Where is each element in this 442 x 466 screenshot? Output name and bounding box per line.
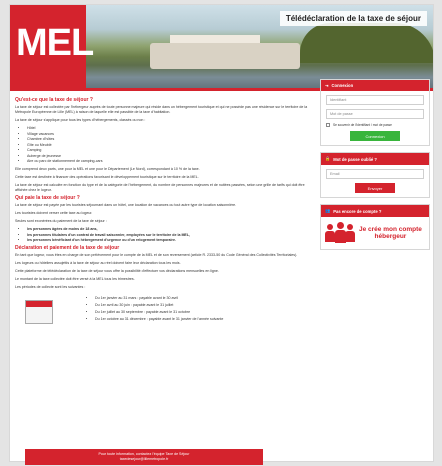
list-item: Du 1er janvier au 31 mars : payable avan… — [95, 296, 315, 301]
account-header: 👥 Pas encore de compte ? — [321, 205, 429, 217]
para-role: En tant que logeur, vous êtes en charge … — [15, 253, 298, 257]
password-input[interactable]: Mot de passe — [326, 109, 424, 119]
list-item: Camping — [27, 148, 315, 153]
site-title: Télédéclaration de la taxe de séjour — [279, 11, 427, 26]
para-definition: La taxe de séjour est collectée par l'hé… — [15, 105, 308, 114]
list-item: les personnes titulaires d'un contrat de… — [27, 233, 315, 238]
login-title: Connexion — [331, 83, 354, 88]
main-content: Qu'est-ce que la taxe de séjour ? La tax… — [15, 95, 315, 325]
periods-section: Du 1er janvier au 31 mars : payable avan… — [15, 296, 315, 324]
forgot-password-panel: 🔒 Mot de passe oublié ? Email Envoyer — [320, 152, 430, 198]
list-item: Du 1er octobre au 31 décembre : payable … — [95, 317, 315, 322]
para-periods-intro: Les périodes de collecte sont les suivan… — [15, 285, 86, 289]
para-quarterly: Le montant de la taxe collectée doit êtr… — [15, 277, 135, 281]
login-button[interactable]: Connexion — [350, 131, 400, 141]
list-item: Hôtel — [27, 126, 315, 131]
list-item: Village vacances — [27, 132, 315, 137]
users-icon: 👥 — [325, 208, 331, 213]
para-purpose: Cette taxe est destinée à financer des o… — [15, 175, 199, 179]
list-item: Auberge de jeunesse — [27, 154, 315, 159]
para-parts: Elle comprend deux parts, une pour la ME… — [15, 167, 200, 171]
list-item: les personnes âgées de moins de 18 ans, — [27, 227, 315, 232]
para-pay-to: Les touristes doivent verser cette taxe … — [15, 211, 93, 215]
email-input[interactable]: Email — [326, 169, 424, 179]
username-input[interactable]: Identifiant — [326, 95, 424, 105]
send-button[interactable]: Envoyer — [355, 183, 395, 193]
create-account-label[interactable]: Je crée mon compte hébergeur — [359, 226, 422, 240]
para-exempt-intro: Seules sont exonérées du paiement de la … — [15, 219, 107, 223]
remember-checkbox[interactable]: Se souvenir de l'identifiant / mot de pa… — [326, 123, 424, 127]
para-payers: La taxe de séjour est payée par les tour… — [15, 203, 237, 207]
lock-icon: 🔒 — [325, 156, 331, 161]
forgot-title: Mot de passe oublié ? — [333, 156, 377, 162]
heading-declaration: Déclaration et paiement de la taxe de sé… — [15, 245, 120, 251]
account-title: Pas encore de compte ? — [333, 208, 382, 214]
heading-who: Qui paie la taxe de séjour ? — [15, 195, 80, 201]
para-platform: Cette plateforme de télédéclaration de l… — [15, 269, 219, 273]
login-panel: ⇥ Connexion Identifiant Mot de passe Se … — [320, 79, 430, 146]
create-account-link[interactable]: Je crée mon compte hébergeur — [321, 217, 429, 249]
calendar-icon — [25, 300, 53, 324]
para-applies: La taxe de séjour s'applique pour tous l… — [15, 118, 146, 122]
periods-list: Du 1er janvier au 31 mars : payable avan… — [95, 296, 315, 322]
contact-footer: Pour toute information, contactez l'équi… — [25, 449, 263, 465]
list-item: Gîte ou Meublé — [27, 143, 315, 148]
sidebar: ⇥ Connexion Identifiant Mot de passe Se … — [320, 79, 430, 256]
para-monthly: Les logeurs ou hôteliers assujettis à la… — [15, 261, 181, 265]
contact-email[interactable]: taxedesejour@lillemetropole.fr — [25, 457, 263, 462]
page: MEL Télédéclaration de la taxe de séjour… — [9, 4, 434, 462]
forgot-header: 🔒 Mot de passe oublié ? — [321, 153, 429, 165]
login-header: ⇥ Connexion — [321, 80, 429, 91]
exemption-list: les personnes âgées de moins de 18 ans, … — [27, 227, 315, 243]
people-icon — [325, 222, 355, 244]
list-item: Chambre d'hôtes — [27, 137, 315, 142]
list-item: Aire ou parc de stationnement de camping… — [27, 159, 315, 164]
banner-boat — [150, 43, 300, 69]
checkbox-box[interactable] — [326, 123, 330, 127]
heading-what: Qu'est-ce que la taxe de séjour ? — [15, 97, 93, 103]
list-item: les personnes bénéficiant d'un hébergeme… — [27, 238, 315, 243]
list-item: Du 1er avril au 30 juin : payable avant … — [95, 303, 315, 308]
remember-label: Se souvenir de l'identifiant / mot de pa… — [333, 123, 392, 127]
login-icon: ⇥ — [325, 83, 329, 88]
mel-logo[interactable]: MEL — [16, 22, 94, 65]
accommodation-list: Hôtel Village vacances Chambre d'hôtes G… — [27, 126, 315, 164]
account-panel: 👥 Pas encore de compte ? Je crée mon com… — [320, 204, 430, 250]
banner-trees — [300, 23, 433, 63]
list-item: Du 1er juillet au 30 septembre : payable… — [95, 310, 315, 315]
para-calculation: La taxe de séjour est calculée en foncti… — [15, 183, 305, 192]
